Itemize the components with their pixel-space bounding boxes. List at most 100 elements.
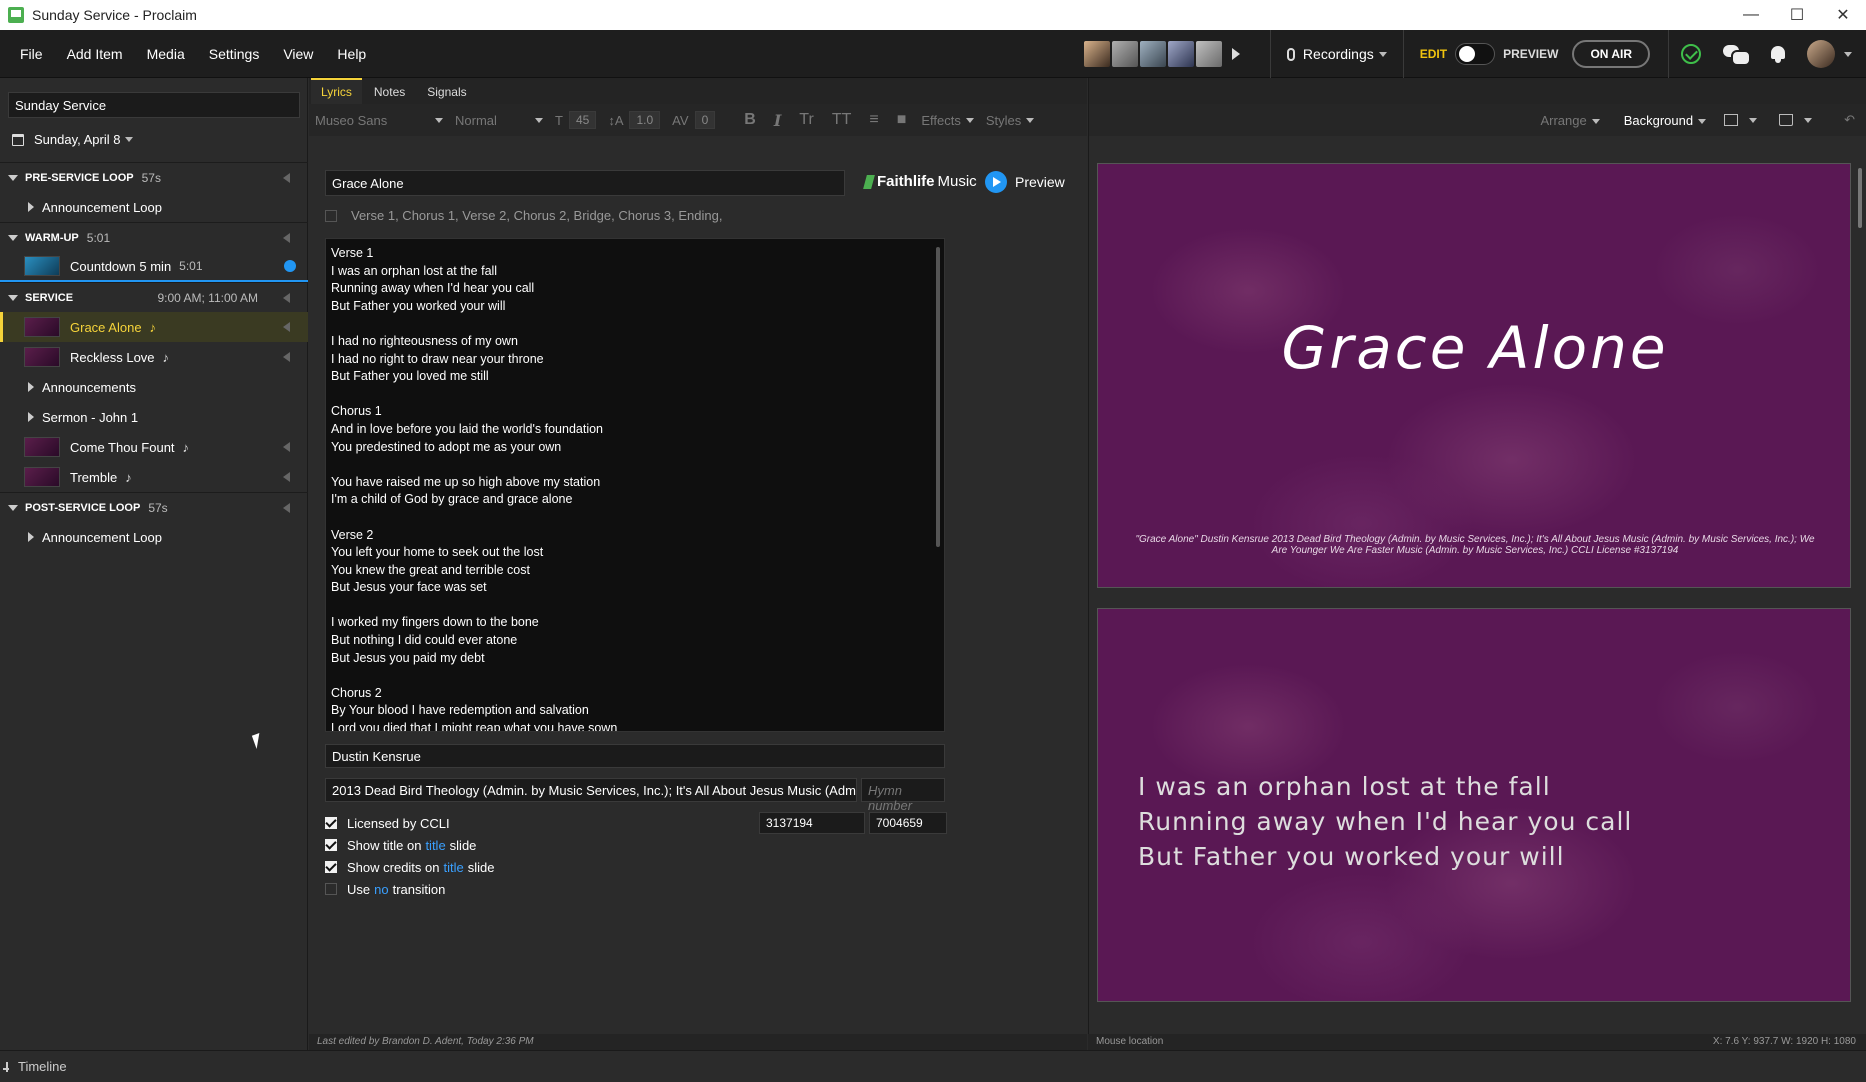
- edit-preview-toggle[interactable]: [1455, 43, 1496, 65]
- styles-dropdown[interactable]: Styles: [980, 109, 1040, 131]
- menu-help[interactable]: Help: [325, 46, 378, 62]
- show-credits-row[interactable]: Show credits on title slide: [325, 856, 945, 878]
- menu-media[interactable]: Media: [135, 46, 197, 62]
- text-case-button[interactable]: Tr: [790, 111, 823, 129]
- sidebar-item-reckless-love[interactable]: Reckless Love ♪: [0, 342, 308, 372]
- menu-add-item[interactable]: Add Item: [55, 46, 135, 62]
- chevron-down-icon[interactable]: [1804, 117, 1813, 123]
- speaker-icon[interactable]: [283, 232, 290, 243]
- participant-thumbnail[interactable]: [1139, 41, 1166, 67]
- licensed-ccli-checkbox[interactable]: [325, 817, 337, 829]
- user-avatar[interactable]: [1807, 40, 1835, 68]
- align-icon[interactable]: ≡: [860, 111, 887, 129]
- on-air-button[interactable]: ON AIR: [1572, 40, 1650, 68]
- expand-triangle-icon[interactable]: [28, 532, 34, 542]
- timeline-bar[interactable]: Timeline: [0, 1050, 1866, 1082]
- minimize-button[interactable]: —: [1728, 0, 1774, 30]
- transition-row[interactable]: Use no transition: [325, 878, 945, 900]
- show-title-link[interactable]: title: [425, 838, 445, 853]
- speaker-icon[interactable]: [283, 322, 290, 332]
- close-button[interactable]: ✕: [1820, 0, 1866, 30]
- licensed-ccli-row[interactable]: Licensed by CCLI 3137194 7004659: [325, 812, 947, 834]
- participant-thumbnail[interactable]: [1195, 41, 1222, 67]
- sidebar-item-sermon[interactable]: Sermon - John 1: [0, 402, 308, 432]
- participant-thumbnail[interactable]: [1111, 41, 1138, 67]
- sidebar-item-come-thou-fount[interactable]: Come Thou Fount ♪: [0, 432, 308, 462]
- expand-triangle-icon[interactable]: [28, 202, 34, 212]
- participant-thumbnail[interactable]: [1083, 41, 1110, 67]
- author-input[interactable]: Dustin Kensrue: [325, 744, 945, 768]
- tab-lyrics[interactable]: Lyrics: [311, 78, 362, 104]
- ccli-license-input[interactable]: 7004659: [869, 812, 947, 834]
- participant-thumbnail[interactable]: [1167, 41, 1194, 67]
- show-title-row[interactable]: Show title on title slide: [325, 834, 945, 856]
- collapse-triangle-icon[interactable]: [8, 234, 18, 241]
- transition-link[interactable]: no: [374, 882, 388, 897]
- section-pre-service-loop[interactable]: PRE-SERVICE LOOP 57s: [0, 162, 308, 192]
- collapse-triangle-icon[interactable]: [8, 174, 18, 181]
- chevron-down-icon[interactable]: [1749, 117, 1758, 123]
- copyright-input[interactable]: 2013 Dead Bird Theology (Admin. by Music…: [325, 778, 857, 802]
- collapse-triangle-icon[interactable]: [8, 294, 18, 301]
- tab-signals[interactable]: Signals: [417, 80, 476, 104]
- show-credits-link[interactable]: title: [444, 860, 464, 875]
- arrange-dropdown[interactable]: Arrange: [1528, 113, 1611, 128]
- sidebar-item-announcements[interactable]: Announcements: [0, 372, 308, 402]
- show-credits-checkbox[interactable]: [325, 861, 337, 873]
- section-post-service-loop[interactable]: POST-SERVICE LOOP 57s: [0, 492, 308, 522]
- transition-checkbox[interactable]: [325, 883, 337, 895]
- menu-file[interactable]: File: [8, 46, 55, 62]
- recordings-dropdown[interactable]: Recordings: [1271, 46, 1403, 62]
- preview-button[interactable]: Preview: [985, 171, 1065, 193]
- lyrics-slide[interactable]: I was an orphan lost at the fall Running…: [1097, 608, 1851, 1002]
- preview-scrollbar[interactable]: [1858, 168, 1862, 228]
- font-size-field[interactable]: T 45: [549, 109, 602, 131]
- title-slide[interactable]: Grace Alone "Grace Alone" Dustin Kensrue…: [1097, 163, 1851, 588]
- tab-notes[interactable]: Notes: [364, 80, 415, 104]
- show-title-checkbox[interactable]: [325, 839, 337, 851]
- line-height-field[interactable]: ↕A 1.0: [602, 109, 666, 131]
- collapse-triangle-icon[interactable]: [8, 504, 18, 511]
- song-title-input[interactable]: Grace Alone: [325, 170, 845, 196]
- menu-view[interactable]: View: [271, 46, 325, 62]
- sidebar-item-countdown[interactable]: Countdown 5 min 5:01: [0, 252, 308, 282]
- font-weight-select[interactable]: Normal: [449, 109, 549, 131]
- sidebar-item-tremble[interactable]: Tremble ♪: [0, 462, 308, 492]
- lyrics-textarea[interactable]: Verse 1 I was an orphan lost at the fall R…: [325, 238, 945, 732]
- bold-button[interactable]: B: [735, 111, 765, 129]
- maximize-button[interactable]: ☐: [1774, 0, 1820, 30]
- more-participants-arrow-icon[interactable]: [1231, 48, 1240, 60]
- effects-dropdown[interactable]: Effects: [915, 109, 980, 131]
- background-dropdown[interactable]: Background: [1612, 113, 1718, 128]
- lyrics-scrollbar[interactable]: [936, 247, 940, 547]
- undo-icon[interactable]: ↶: [1832, 112, 1866, 128]
- font-family-select[interactable]: Museo Sans: [309, 109, 449, 131]
- service-date-dropdown[interactable]: Sunday, April 8: [12, 132, 134, 147]
- notification-bell-icon[interactable]: [1769, 45, 1787, 63]
- speaker-icon[interactable]: [283, 502, 290, 513]
- speaker-icon[interactable]: [283, 172, 290, 183]
- speaker-icon[interactable]: [283, 352, 290, 362]
- menu-settings[interactable]: Settings: [197, 46, 272, 62]
- expand-triangle-icon[interactable]: [28, 412, 34, 422]
- letter-spacing-field[interactable]: AV 0: [666, 109, 721, 131]
- speaker-icon[interactable]: [283, 442, 290, 452]
- service-name-field[interactable]: Sunday Service: [8, 92, 300, 118]
- song-order-checkbox[interactable]: [325, 209, 337, 222]
- expand-triangle-icon[interactable]: [28, 382, 34, 392]
- color-swatch-icon[interactable]: ■: [888, 111, 916, 129]
- section-warm-up[interactable]: WARM-UP 5:01: [0, 222, 308, 252]
- speaker-icon[interactable]: [283, 292, 290, 303]
- image-icon[interactable]: [1779, 114, 1794, 126]
- chevron-down-icon[interactable]: [1844, 51, 1852, 57]
- hymn-number-input[interactable]: Hymn number: [861, 778, 945, 813]
- italic-button[interactable]: I: [765, 111, 790, 130]
- section-service[interactable]: SERVICE 9:00 AM; 11:00 AM: [0, 282, 308, 312]
- status-check-icon[interactable]: [1681, 44, 1701, 64]
- text-box-icon[interactable]: [1724, 114, 1739, 126]
- speaker-icon[interactable]: [283, 472, 290, 482]
- song-order-row[interactable]: Verse 1, Chorus 1, Verse 2, Chorus 2, Br…: [325, 208, 722, 223]
- uppercase-button[interactable]: TT: [823, 111, 861, 129]
- chat-icon[interactable]: [1723, 45, 1751, 66]
- ccli-song-number-input[interactable]: 3137194: [759, 812, 865, 834]
